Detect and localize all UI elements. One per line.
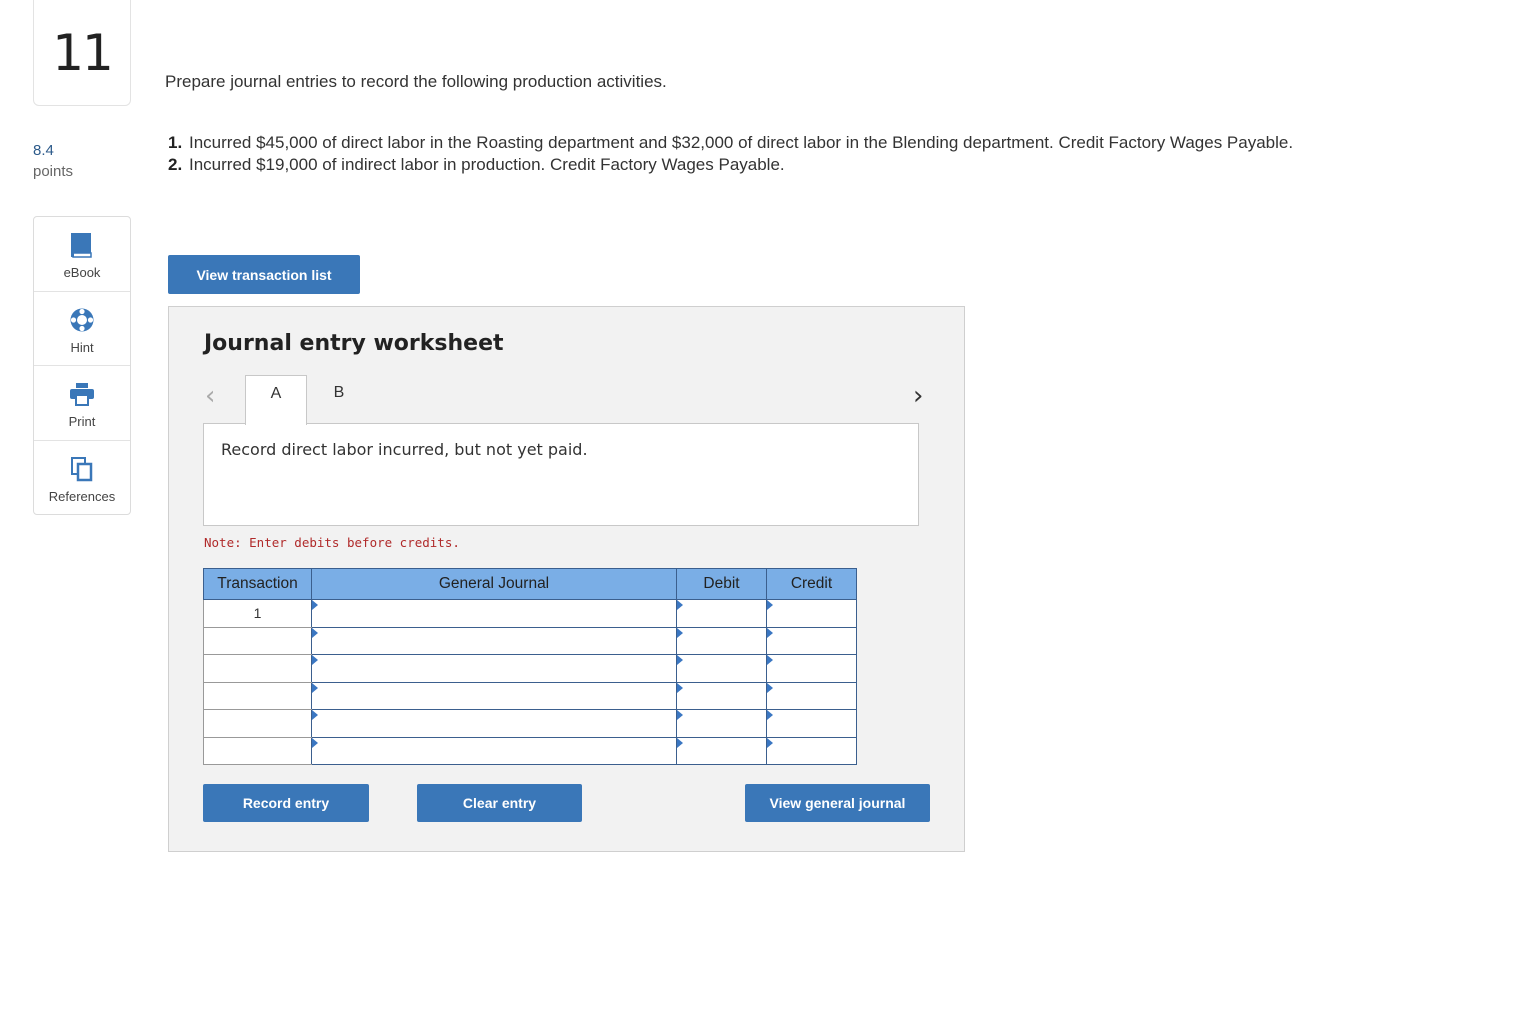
worksheet-title: Journal entry worksheet [204,331,504,356]
tab-b[interactable]: B [319,384,359,402]
printer-icon [68,380,96,408]
clear-entry-button[interactable]: Clear entry [417,784,582,822]
view-general-journal-button[interactable]: View general journal [745,784,930,822]
question-number-box: 11 [33,0,131,106]
chevron-left-icon[interactable]: ‹ [205,381,215,411]
general-journal-input[interactable] [311,681,677,710]
credit-input[interactable] [766,681,857,710]
general-journal-input[interactable] [311,736,677,765]
debit-input[interactable] [676,654,767,683]
record-entry-button[interactable]: Record entry [203,784,369,822]
print-label: Print [68,414,96,429]
list-item: 1. Incurred $45,000 of direct labor in t… [168,132,1308,154]
ebook-label: eBook [63,265,101,280]
question-number: 11 [52,23,114,82]
item-text: Incurred $19,000 of indirect labor in pr… [189,155,785,174]
general-journal-input[interactable] [311,626,677,655]
table-row [203,654,857,683]
list-item: 2. Incurred $19,000 of indirect labor in… [168,154,1308,176]
table-row [203,626,857,655]
table-row: 1 [203,599,857,628]
debit-input[interactable] [676,709,767,738]
journal-entry-worksheet: Journal entry worksheet ‹ › A B Record d… [168,306,965,852]
transaction-cell [203,681,312,710]
transaction-cell [203,654,312,683]
general-journal-input[interactable] [311,654,677,683]
item-text: Incurred $45,000 of direct labor in the … [189,133,1294,152]
ebook-button[interactable]: eBook [34,217,130,292]
credit-input[interactable] [766,599,857,628]
credit-input[interactable] [766,654,857,683]
debit-input[interactable] [676,599,767,628]
credit-input[interactable] [766,736,857,765]
entry-description: Record direct labor incurred, but not ye… [203,423,919,526]
view-transaction-list-button[interactable]: View transaction list [168,255,360,294]
journal-table: Transaction General Journal Debit Credit… [203,568,857,765]
points-label: points [33,163,74,180]
tools-panel: eBook Hint Print References [33,216,131,515]
copy-icon [68,455,96,483]
tab-a[interactable]: A [245,375,307,425]
transaction-cell [203,626,312,655]
references-button[interactable]: References [34,441,130,516]
points-display: 8.4 points [33,140,73,182]
general-journal-input[interactable] [311,599,677,628]
item-number: 1. [168,133,183,152]
debit-input[interactable] [676,736,767,765]
item-number: 2. [168,155,183,174]
table-row [203,736,857,765]
question-prompt: Prepare journal entries to record the fo… [165,72,667,91]
debit-input[interactable] [676,626,767,655]
chevron-right-icon[interactable]: › [913,381,923,411]
book-icon [68,231,96,259]
hint-label: Hint [70,339,94,355]
transaction-cell: 1 [203,599,312,628]
table-row [203,709,857,738]
entry-note: Note: Enter debits before credits. [204,535,460,550]
print-button[interactable]: Print [34,366,130,441]
column-header-transaction: Transaction [203,568,312,600]
lifebuoy-icon [68,306,96,334]
column-header-general-journal: General Journal [311,568,677,600]
column-header-credit: Credit [766,568,857,600]
activity-list: 1. Incurred $45,000 of direct labor in t… [168,132,1308,176]
debit-input[interactable] [676,681,767,710]
general-journal-input[interactable] [311,709,677,738]
transaction-cell [203,709,312,738]
hint-button[interactable]: Hint [34,292,130,366]
points-value: 8.4 [33,142,54,159]
credit-input[interactable] [766,626,857,655]
transaction-cell [203,736,312,765]
column-header-debit: Debit [676,568,767,600]
credit-input[interactable] [766,709,857,738]
table-row [203,681,857,710]
references-label: References [48,488,116,504]
